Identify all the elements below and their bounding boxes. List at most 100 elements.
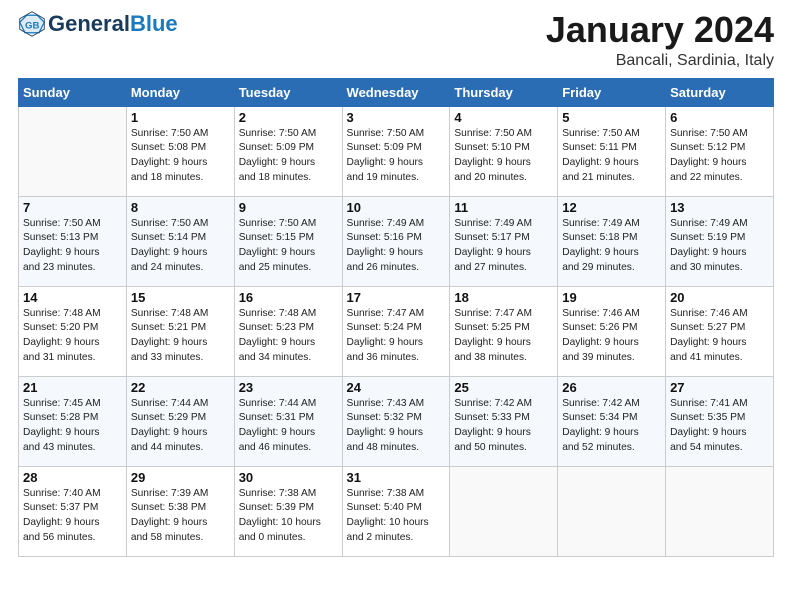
- day-number: 21: [23, 380, 122, 395]
- header: GB GeneralBlue January 2024 Bancali, Sar…: [18, 10, 774, 70]
- day-number: 12: [562, 200, 661, 215]
- day-info: Sunrise: 7:50 AMSunset: 5:15 PMDaylight:…: [239, 217, 338, 276]
- table-row: [558, 466, 666, 556]
- table-row: [666, 466, 774, 556]
- table-row: 13Sunrise: 7:49 AMSunset: 5:19 PMDayligh…: [666, 196, 774, 286]
- col-monday: Monday: [126, 78, 234, 106]
- col-sunday: Sunday: [19, 78, 127, 106]
- col-saturday: Saturday: [666, 78, 774, 106]
- table-row: 31Sunrise: 7:38 AMSunset: 5:40 PMDayligh…: [342, 466, 450, 556]
- day-number: 17: [347, 290, 446, 305]
- svg-text:GB: GB: [25, 20, 39, 31]
- calendar-header-row: Sunday Monday Tuesday Wednesday Thursday…: [19, 78, 774, 106]
- location-title: Bancali, Sardinia, Italy: [546, 52, 774, 70]
- table-row: 18 Sunrise: 7:47 AMSunset: 5:25 PMDayligh…: [450, 286, 558, 376]
- day-number: 14: [23, 290, 122, 305]
- table-row: 17 Sunrise: 7:47 AMSunset: 5:24 PMDayligh…: [342, 286, 450, 376]
- day-info: Sunrise: 7:50 AMSunset: 5:10 PMDaylight:…: [454, 127, 553, 186]
- table-row: 23 Sunrise: 7:44 AMSunset: 5:31 PMDayligh…: [234, 376, 342, 466]
- day-info: Sunrise: 7:44 AMSunset: 5:31 PMDaylight:…: [239, 397, 338, 456]
- table-row: 27Sunrise: 7:41 AMSunset: 5:35 PMDayligh…: [666, 376, 774, 466]
- day-number: 30: [239, 470, 338, 485]
- day-info: Sunrise: 7:50 AMSunset: 5:09 PMDaylight:…: [347, 127, 446, 186]
- day-info: Sunrise: 7:49 AMSunset: 5:18 PMDaylight:…: [562, 217, 661, 276]
- day-number: 11: [454, 200, 553, 215]
- calendar-week-row: 14 Sunrise: 7:48 AMSunset: 5:20 PMDayligh…: [19, 286, 774, 376]
- calendar-week-row: 7Sunrise: 7:50 AMSunset: 5:13 PMDaylight…: [19, 196, 774, 286]
- day-info: Sunrise: 7:48 AMSunset: 5:20 PMDaylight:…: [23, 307, 122, 366]
- day-info: Sunrise: 7:46 AMSunset: 5:26 PMDaylight:…: [562, 307, 661, 366]
- day-number: 8: [131, 200, 230, 215]
- table-row: 7Sunrise: 7:50 AMSunset: 5:13 PMDaylight…: [19, 196, 127, 286]
- table-row: 9Sunrise: 7:50 AMSunset: 5:15 PMDaylight…: [234, 196, 342, 286]
- table-row: 16Sunrise: 7:48 AMSunset: 5:23 PMDayligh…: [234, 286, 342, 376]
- day-info: Sunrise: 7:50 AMSunset: 5:13 PMDaylight:…: [23, 217, 122, 276]
- day-number: 23: [239, 380, 338, 395]
- calendar-week-row: 21 Sunrise: 7:45 AMSunset: 5:28 PMDayligh…: [19, 376, 774, 466]
- table-row: [19, 106, 127, 196]
- day-number: 19: [562, 290, 661, 305]
- day-number: 10: [347, 200, 446, 215]
- day-info: Sunrise: 7:45 AMSunset: 5:28 PMDaylight:…: [23, 397, 122, 456]
- day-number: 16: [239, 290, 338, 305]
- table-row: 25 Sunrise: 7:42 AMSunset: 5:33 PMDayligh…: [450, 376, 558, 466]
- table-row: 4 Sunrise: 7:50 AMSunset: 5:10 PMDaylight…: [450, 106, 558, 196]
- title-area: January 2024 Bancali, Sardinia, Italy: [546, 10, 774, 70]
- table-row: 2Sunrise: 7:50 AMSunset: 5:09 PMDaylight…: [234, 106, 342, 196]
- table-row: 30 Sunrise: 7:38 AMSunset: 5:39 PMDayligh…: [234, 466, 342, 556]
- day-number: 29: [131, 470, 230, 485]
- day-info: Sunrise: 7:49 AMSunset: 5:17 PMDaylight:…: [454, 217, 553, 276]
- table-row: 21 Sunrise: 7:45 AMSunset: 5:28 PMDayligh…: [19, 376, 127, 466]
- page: GB GeneralBlue January 2024 Bancali, Sar…: [0, 0, 792, 612]
- table-row: 29 Sunrise: 7:39 AMSunset: 5:38 PMDayligh…: [126, 466, 234, 556]
- table-row: 28 Sunrise: 7:40 AMSunset: 5:37 PMDayligh…: [19, 466, 127, 556]
- table-row: 10 Sunrise: 7:49 AMSunset: 5:16 PMDayligh…: [342, 196, 450, 286]
- day-number: 13: [670, 200, 769, 215]
- day-number: 26: [562, 380, 661, 395]
- month-title: January 2024: [546, 10, 774, 50]
- day-info: Sunrise: 7:50 AMSunset: 5:11 PMDaylight:…: [562, 127, 661, 186]
- day-number: 24: [347, 380, 446, 395]
- table-row: 15 Sunrise: 7:48 AMSunset: 5:21 PMDayligh…: [126, 286, 234, 376]
- table-row: 14 Sunrise: 7:48 AMSunset: 5:20 PMDayligh…: [19, 286, 127, 376]
- day-info: Sunrise: 7:48 AMSunset: 5:21 PMDaylight:…: [131, 307, 230, 366]
- day-number: 15: [131, 290, 230, 305]
- logo-area: GB GeneralBlue: [18, 10, 178, 38]
- day-number: 1: [131, 110, 230, 125]
- day-info: Sunrise: 7:41 AMSunset: 5:35 PMDaylight:…: [670, 397, 769, 456]
- table-row: 3 Sunrise: 7:50 AMSunset: 5:09 PMDaylight…: [342, 106, 450, 196]
- day-info: Sunrise: 7:42 AMSunset: 5:33 PMDaylight:…: [454, 397, 553, 456]
- day-info: Sunrise: 7:47 AMSunset: 5:25 PMDaylight:…: [454, 307, 553, 366]
- table-row: 5 Sunrise: 7:50 AMSunset: 5:11 PMDaylight…: [558, 106, 666, 196]
- day-info: Sunrise: 7:50 AMSunset: 5:09 PMDaylight:…: [239, 127, 338, 186]
- table-row: 12 Sunrise: 7:49 AMSunset: 5:18 PMDayligh…: [558, 196, 666, 286]
- col-friday: Friday: [558, 78, 666, 106]
- day-info: Sunrise: 7:38 AMSunset: 5:40 PMDaylight:…: [347, 487, 446, 546]
- table-row: 11 Sunrise: 7:49 AMSunset: 5:17 PMDayligh…: [450, 196, 558, 286]
- day-info: Sunrise: 7:39 AMSunset: 5:38 PMDaylight:…: [131, 487, 230, 546]
- day-number: 4: [454, 110, 553, 125]
- col-tuesday: Tuesday: [234, 78, 342, 106]
- day-info: Sunrise: 7:50 AMSunset: 5:14 PMDaylight:…: [131, 217, 230, 276]
- day-info: Sunrise: 7:50 AMSunset: 5:12 PMDaylight:…: [670, 127, 769, 186]
- day-number: 25: [454, 380, 553, 395]
- calendar-table: Sunday Monday Tuesday Wednesday Thursday…: [18, 78, 774, 557]
- day-number: 6: [670, 110, 769, 125]
- day-info: Sunrise: 7:49 AMSunset: 5:16 PMDaylight:…: [347, 217, 446, 276]
- table-row: 26Sunrise: 7:42 AMSunset: 5:34 PMDayligh…: [558, 376, 666, 466]
- table-row: 1Sunrise: 7:50 AMSunset: 5:08 PMDaylight…: [126, 106, 234, 196]
- day-number: 18: [454, 290, 553, 305]
- table-row: [450, 466, 558, 556]
- day-number: 3: [347, 110, 446, 125]
- calendar-week-row: 1Sunrise: 7:50 AMSunset: 5:08 PMDaylight…: [19, 106, 774, 196]
- day-info: Sunrise: 7:47 AMSunset: 5:24 PMDaylight:…: [347, 307, 446, 366]
- day-info: Sunrise: 7:40 AMSunset: 5:37 PMDaylight:…: [23, 487, 122, 546]
- col-wednesday: Wednesday: [342, 78, 450, 106]
- day-number: 28: [23, 470, 122, 485]
- col-thursday: Thursday: [450, 78, 558, 106]
- calendar-week-row: 28 Sunrise: 7:40 AMSunset: 5:37 PMDayligh…: [19, 466, 774, 556]
- table-row: 20Sunrise: 7:46 AMSunset: 5:27 PMDayligh…: [666, 286, 774, 376]
- table-row: 19 Sunrise: 7:46 AMSunset: 5:26 PMDayligh…: [558, 286, 666, 376]
- day-info: Sunrise: 7:38 AMSunset: 5:39 PMDaylight:…: [239, 487, 338, 546]
- day-number: 5: [562, 110, 661, 125]
